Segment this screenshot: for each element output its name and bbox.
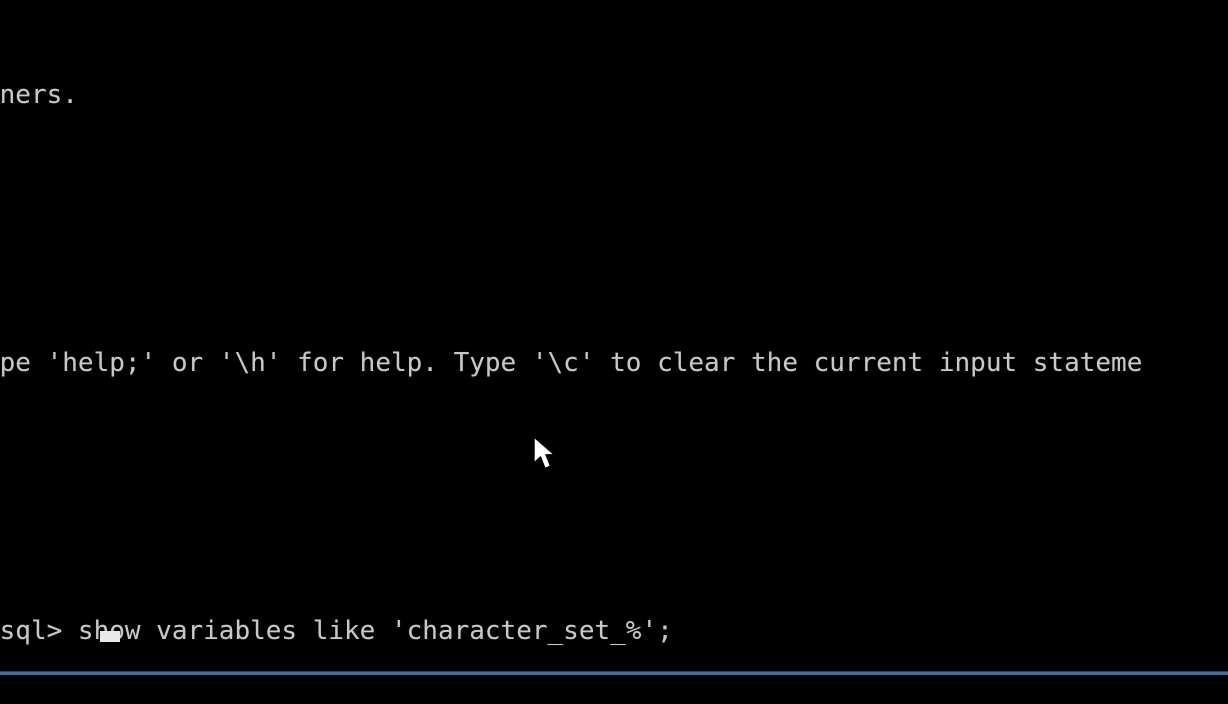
prompt-command-line[interactable]: ysql> show variables like 'character_set…	[0, 615, 1228, 649]
terminal-window[interactable]: wners. ype 'help;' or '\h' for help. Typ…	[0, 0, 1228, 704]
banner-line-help: ype 'help;' or '\h' for help. Type '\c' …	[0, 347, 1143, 378]
terminal-output-surface[interactable]: wners. ype 'help;' or '\h' for help. Typ…	[0, 0, 1228, 704]
banner-line-owners: wners.	[0, 79, 78, 110]
window-bottom-rule	[0, 672, 1228, 675]
block-cursor-icon	[100, 631, 120, 642]
